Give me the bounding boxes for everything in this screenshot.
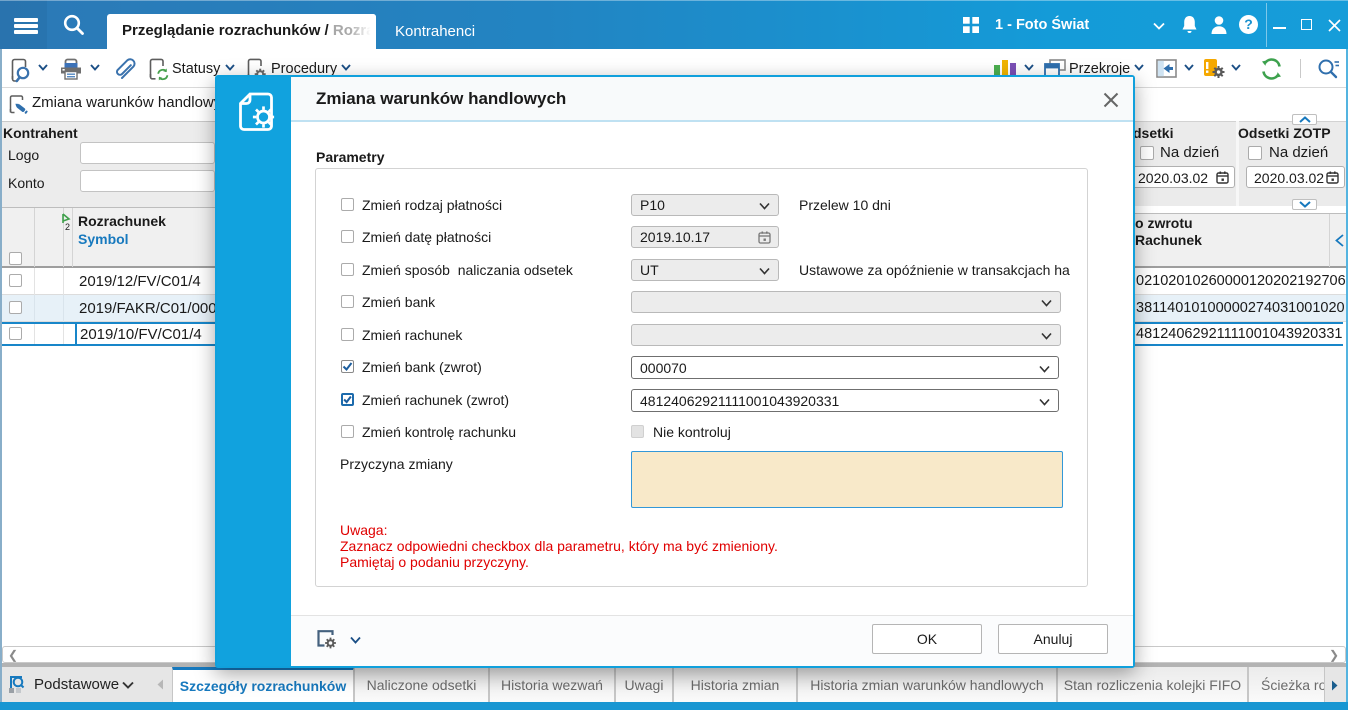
svg-text:2: 2: [65, 222, 70, 231]
